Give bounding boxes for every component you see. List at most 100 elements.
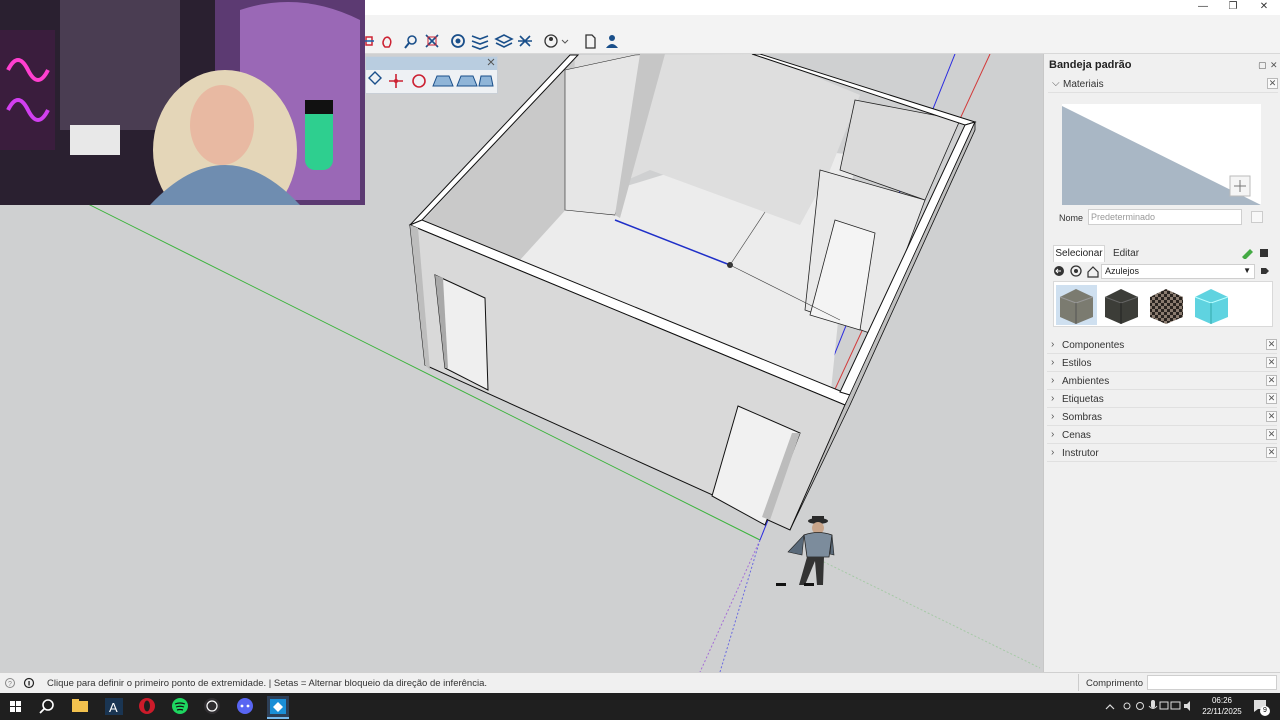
layers-icon[interactable]	[471, 35, 489, 50]
restore-button[interactable]: ❐	[1218, 0, 1248, 15]
windows-start-icon[interactable]	[10, 701, 21, 712]
file-explorer-icon[interactable]	[72, 699, 88, 712]
swatch-dark-slate[interactable]	[1101, 285, 1142, 325]
status-icons: ?	[5, 677, 35, 689]
chevron-right-icon: ›	[1051, 339, 1055, 350]
user-account-icon[interactable]	[544, 34, 569, 48]
chevron-right-icon: ›	[1051, 429, 1055, 440]
blue-dotted-axis	[719, 539, 761, 672]
close-icon[interactable]: ✕	[1266, 411, 1277, 422]
sketchup-icon[interactable]	[267, 696, 289, 719]
back-icon[interactable]	[1054, 266, 1064, 276]
eyedropper-icon[interactable]	[1242, 249, 1253, 259]
info-icon[interactable]	[23, 677, 35, 689]
minimize-button[interactable]: —	[1188, 0, 1218, 15]
close-icon[interactable]: ✕	[1266, 339, 1277, 350]
clock-time[interactable]: 06:26	[1200, 696, 1244, 705]
close-icon[interactable]: ✕	[1266, 429, 1277, 440]
tab-edit[interactable]: Editar	[1108, 246, 1144, 262]
close-icon[interactable]: ✕	[1267, 78, 1278, 89]
autocad-icon[interactable]: A	[105, 698, 123, 715]
section-scenes[interactable]: › Cenas ✕	[1047, 427, 1277, 444]
paint-bucket-icon[interactable]	[1260, 249, 1268, 257]
clock-date[interactable]: 22/11/2025	[1200, 707, 1244, 716]
swatch-checker[interactable]	[1146, 285, 1187, 325]
chevron-right-icon: ›	[1051, 447, 1055, 458]
taskbar-apps: A	[10, 696, 289, 719]
add-person-icon[interactable]	[606, 35, 618, 48]
volume-icon[interactable]	[1184, 701, 1190, 711]
sandbox-icon[interactable]	[368, 71, 382, 85]
webcam-overlay	[0, 0, 365, 205]
chevron-right-icon: ›	[1051, 411, 1055, 422]
opera-icon[interactable]	[139, 698, 155, 714]
orbit-hand-icon[interactable]	[382, 36, 392, 48]
home-icon[interactable]	[1087, 266, 1099, 278]
system-tray-icons	[1105, 700, 1190, 711]
toolbar-icons	[365, 34, 618, 50]
section-label: Sombras	[1062, 412, 1103, 423]
svg-text:?: ?	[8, 681, 12, 688]
svg-text:A: A	[109, 700, 118, 715]
display-icon[interactable]	[1170, 701, 1181, 710]
search-icon[interactable]	[39, 699, 54, 714]
mic-alt-icon[interactable]	[1123, 702, 1131, 710]
style-icon[interactable]	[518, 35, 532, 47]
obs-icon[interactable]	[204, 698, 220, 714]
close-icon[interactable]: ✕	[1266, 357, 1277, 368]
measurements-input[interactable]	[1147, 675, 1277, 690]
library-dropdown[interactable]: Azulejos ▼	[1101, 264, 1255, 279]
swatch-stone[interactable]	[1056, 285, 1097, 325]
new-file-icon[interactable]	[585, 34, 596, 49]
section-label: Componentes	[1062, 340, 1125, 351]
copy-material-icon[interactable]	[1251, 211, 1263, 223]
measurements-label: Comprimento	[1086, 678, 1144, 689]
stack-icon[interactable]	[494, 34, 514, 48]
zoom-extents-icon[interactable]	[425, 34, 439, 48]
section-components[interactable]: › Componentes ✕	[1047, 337, 1277, 354]
move-icon[interactable]	[389, 74, 403, 88]
chevron-up-icon[interactable]	[1105, 704, 1115, 710]
tray-close-icon[interactable]: ✕	[1270, 60, 1278, 71]
status-message: Clique para definir o primeiro ponto de …	[47, 678, 487, 689]
chevron-right-icon: ›	[1051, 375, 1055, 386]
chevron-right-icon: ›	[1051, 357, 1055, 368]
section-styles[interactable]: › Estilos ✕	[1047, 355, 1277, 372]
library-nav-icons	[1054, 265, 1099, 278]
tab-select[interactable]: Selecionar	[1053, 245, 1105, 262]
section-plane-icon[interactable]	[451, 34, 465, 48]
magenta-dotted-axis	[699, 539, 761, 672]
mesh-icon-1[interactable]	[432, 75, 454, 87]
microphone-icon[interactable]	[1148, 700, 1158, 709]
rotate-icon[interactable]	[412, 74, 426, 88]
status-divider	[1078, 674, 1079, 691]
material-name-field[interactable]: Predeterminado	[1088, 209, 1242, 225]
close-button[interactable]: ✕	[1249, 0, 1279, 15]
section-environments[interactable]: › Ambientes ✕	[1047, 373, 1277, 390]
material-preview	[1062, 104, 1261, 205]
materials-panel-header[interactable]: ⌵ Materiais ✕	[1048, 76, 1278, 93]
section-instructor[interactable]: › Instrutor ✕	[1047, 445, 1277, 462]
mesh-icon-3[interactable]	[478, 75, 494, 87]
in-model-icon[interactable]	[1070, 265, 1082, 277]
status-icon[interactable]	[1136, 702, 1144, 710]
close-icon[interactable]: ✕	[1266, 393, 1277, 404]
swatch-aqua[interactable]	[1191, 285, 1232, 325]
close-icon[interactable]: ✕	[1266, 447, 1277, 458]
push-pull-icon[interactable]	[365, 36, 374, 46]
section-label: Instrutor	[1062, 448, 1099, 459]
network-icon[interactable]	[1159, 701, 1169, 710]
section-tags[interactable]: › Etiquetas ✕	[1047, 391, 1277, 408]
spotify-icon[interactable]	[172, 698, 188, 714]
details-arrow-icon[interactable]	[1259, 265, 1271, 277]
geo-location-icon[interactable]: ?	[5, 678, 15, 689]
notification-badge: 9	[1260, 706, 1270, 716]
floating-close-icon[interactable]	[487, 58, 495, 66]
tray-pin-icon[interactable]: ▢	[1258, 60, 1267, 71]
mesh-icon-2[interactable]	[456, 75, 478, 87]
close-icon[interactable]: ✕	[1266, 375, 1277, 386]
zoom-icon[interactable]	[404, 35, 417, 49]
section-shadows[interactable]: › Sombras ✕	[1047, 409, 1277, 426]
discord-icon[interactable]	[237, 698, 253, 714]
section-label: Ambientes	[1062, 376, 1110, 387]
